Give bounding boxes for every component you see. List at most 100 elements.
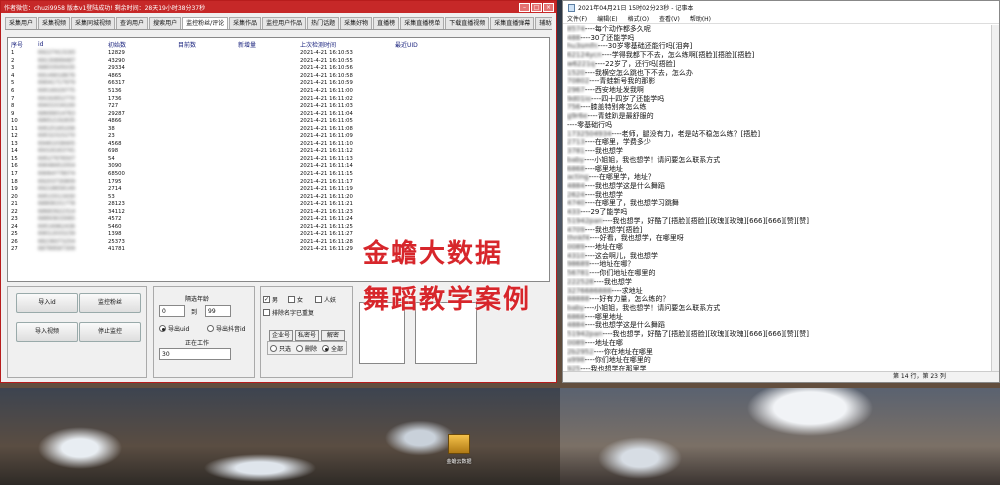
table-row[interactable]: 1 69227413193 12829 2021-4-21 16:10:53: [8, 50, 549, 58]
working-count-input[interactable]: 30: [159, 348, 231, 360]
comment-text: ----22岁了，还行吗[捂脸]: [594, 59, 676, 68]
table-cell: 28123: [108, 201, 125, 208]
table-row[interactable]: 19 69218658149 2714 2021-4-21 16:11:19: [8, 186, 549, 194]
tab-2[interactable]: 采集同城视频: [71, 17, 116, 29]
table-row[interactable]: 8 69431534100 727 2021-4-21 16:11:03: [8, 103, 549, 111]
stop-monitor-button[interactable]: 停止监控: [79, 322, 141, 342]
table-row[interactable]: 3 68833505035 29334 2021-4-21 16:10:56: [8, 65, 549, 73]
tab-13[interactable]: 采集直播弹幕: [490, 17, 535, 29]
table-cell: 2: [11, 57, 15, 64]
notepad-scrollbar[interactable]: [991, 25, 999, 373]
table-row[interactable]: 12 69532315270 23 2021-4-21 16:11:09: [8, 133, 549, 141]
table-row[interactable]: 23 68893633065 4572 2021-4-21 16:11:24: [8, 216, 549, 224]
table-cell: 13: [11, 140, 18, 147]
tab-bar: 采集用户 采集视频 采集同城视频 查询用户 搜索用户 监控粉丝/评论 采集作品 监控用户作品热…: [5, 17, 552, 30]
table-cell: 5: [11, 80, 15, 87]
tab-9[interactable]: 采集好物: [340, 17, 373, 29]
monitor-fans-button[interactable]: 监控粉丝: [79, 293, 141, 313]
notepad-menu-item[interactable]: 查看(V): [659, 14, 680, 23]
table-row[interactable]: 10 68652192835 4866 2021-4-21 16:11:05: [8, 118, 549, 126]
import-video-button[interactable]: 导入视频: [16, 322, 78, 342]
table-row[interactable]: 18 69203730809 1795 2021-4-21 16:11:17: [8, 178, 549, 186]
table-row[interactable]: 4 69149018676 4865 2021-4-21 16:10:58: [8, 73, 549, 81]
table-row[interactable]: 21 68808151778 28123 2021-4-21 16:11:21: [8, 201, 549, 209]
notepad-line: 4709----我也想学[捂脸]: [567, 226, 991, 235]
age-from-input[interactable]: 0: [159, 305, 185, 317]
table-row[interactable]: 9 68699014763 29287 2021-4-21 16:11:04: [8, 110, 549, 118]
table-cell: 2021-4-21 16:11:21: [300, 201, 353, 208]
close-icon[interactable]: ×: [543, 2, 554, 12]
comment-user: 88888: [567, 295, 590, 304]
minimize-icon[interactable]: –: [519, 2, 530, 12]
notepad-line: baby----小姐姐，我也想学！请问要怎么联系方式: [567, 156, 991, 165]
decrypt-tab[interactable]: 解密: [321, 330, 345, 341]
table-cell: 7: [11, 95, 15, 102]
table-row[interactable]: 16 69048452054 3090 2021-4-21 16:11:14: [8, 163, 549, 171]
tab-1[interactable]: 采集视频: [38, 17, 71, 29]
table-row[interactable]: 22 68683922314 34112 2021-4-21 16:11:23: [8, 208, 549, 216]
table-cell: 5460: [108, 223, 122, 230]
table-row[interactable]: 15 69527976507 54 2021-4-21 16:11:13: [8, 156, 549, 164]
tab-10[interactable]: 直播榜: [373, 17, 400, 29]
export-douyin-radio[interactable]: 导出抖音id: [207, 324, 245, 333]
notepad-menu-item[interactable]: 文件(F): [567, 14, 587, 23]
table-cell: 69218658149: [38, 186, 76, 193]
tab-0[interactable]: 采集用户: [5, 17, 38, 29]
table-cell: 69532315270: [38, 133, 76, 140]
import-id-button[interactable]: 导入id: [16, 293, 78, 313]
table-cell: 2021-4-21 16:11:12: [300, 148, 353, 155]
gender-male-checkbox[interactable]: 男: [263, 295, 278, 304]
table-row[interactable]: 7 69192652770 1736 2021-4-21 16:11:02: [8, 95, 549, 103]
table-cell: 2021-4-21 16:11:23: [300, 208, 353, 215]
table-cell: 38: [108, 125, 115, 132]
enterprise-account-tab[interactable]: 企业号: [269, 330, 293, 341]
maximize-icon[interactable]: □: [531, 2, 542, 12]
radio-only-select[interactable]: 只选: [270, 344, 291, 353]
table-cell: 19: [11, 186, 18, 193]
tab-3[interactable]: 查询用户: [116, 17, 149, 29]
table-row[interactable]: 14 69316163741 698 2021-4-21 16:11:12: [8, 148, 549, 156]
tab-11[interactable]: 采集直播榜单: [400, 17, 445, 29]
comment-user: 488: [567, 33, 581, 42]
table-cell: 2021-4-21 16:11:20: [300, 193, 353, 200]
comment-user: 98689: [567, 260, 590, 269]
notepad-text-area[interactable]: 8574----每个动作都多久呢 488----30了还能学吗 hu3smfn---…: [565, 25, 991, 373]
folder-icon[interactable]: [448, 434, 470, 454]
tab-5[interactable]: 监控粉丝/评论: [182, 17, 229, 29]
tab-8[interactable]: 热门话题: [307, 17, 340, 29]
comment-text: ----我也想学: [593, 277, 632, 286]
gender-female-checkbox[interactable]: 女: [288, 295, 303, 304]
table-row[interactable]: 11 69525165206 38 2021-4-21 16:11:08: [8, 125, 549, 133]
tab-4[interactable]: 搜索用户: [149, 17, 182, 29]
gender-other-checkbox[interactable]: 人妖: [315, 295, 336, 304]
private-account-tab[interactable]: 私密号: [295, 330, 319, 341]
app-titlebar: 作者微信：chuzi9958 版本v1登陆成功! 剩余时间：28天19小时38分…: [1, 1, 556, 13]
tab-7[interactable]: 监控用户作品: [262, 17, 307, 29]
notepad-line: acting----在哪里学，地址？: [567, 173, 991, 182]
export-uid-radio[interactable]: 导出uid: [159, 324, 189, 333]
tab-14[interactable]: 辅助功能: [535, 17, 552, 29]
table-row[interactable]: 24 69516962436 5460 2021-4-21 16:11:25: [8, 224, 549, 232]
table-row[interactable]: 5 69041717979 66317 2021-4-21 16:10:59: [8, 80, 549, 88]
radio-all[interactable]: 全部: [322, 344, 343, 353]
table-row[interactable]: 13 69461038405 4568 2021-4-21 16:11:10: [8, 141, 549, 149]
comment-text: ----这会啊儿，我也想学: [584, 251, 658, 260]
tab-12[interactable]: 下载直播视频: [445, 17, 490, 29]
radio-delete[interactable]: 删除: [296, 344, 317, 353]
exclude-repeat-checkbox[interactable]: 排除名字已重复: [263, 308, 314, 317]
table-row[interactable]: 20 69515513430 53 2021-4-21 16:11:20: [8, 193, 549, 201]
table-cell: 14: [11, 148, 18, 155]
checkbox-indicator: [288, 296, 295, 303]
header-initial: 初始数: [108, 41, 127, 49]
notepad-menu-item[interactable]: 格式(O): [628, 14, 649, 23]
table-row[interactable]: 2 69130899487 43290 2021-4-21 16:10:55: [8, 58, 549, 66]
notepad-line: hu3smfn----30岁零基础还能行吗[泪奔]: [567, 42, 991, 51]
comment-user: 3781: [567, 147, 585, 156]
age-to-input[interactable]: 99: [205, 305, 231, 317]
table-row[interactable]: 17 69064778074 68500 2021-4-21 16:11:15: [8, 171, 549, 179]
notepad-menu-item[interactable]: 编辑(E): [597, 14, 617, 23]
tab-6[interactable]: 采集作品: [229, 17, 262, 29]
comment-user: 4884: [567, 321, 585, 330]
table-row[interactable]: 6 69516029775 5136 2021-4-21 16:11:00: [8, 88, 549, 96]
notepad-menu-item[interactable]: 帮助(H): [690, 14, 711, 23]
